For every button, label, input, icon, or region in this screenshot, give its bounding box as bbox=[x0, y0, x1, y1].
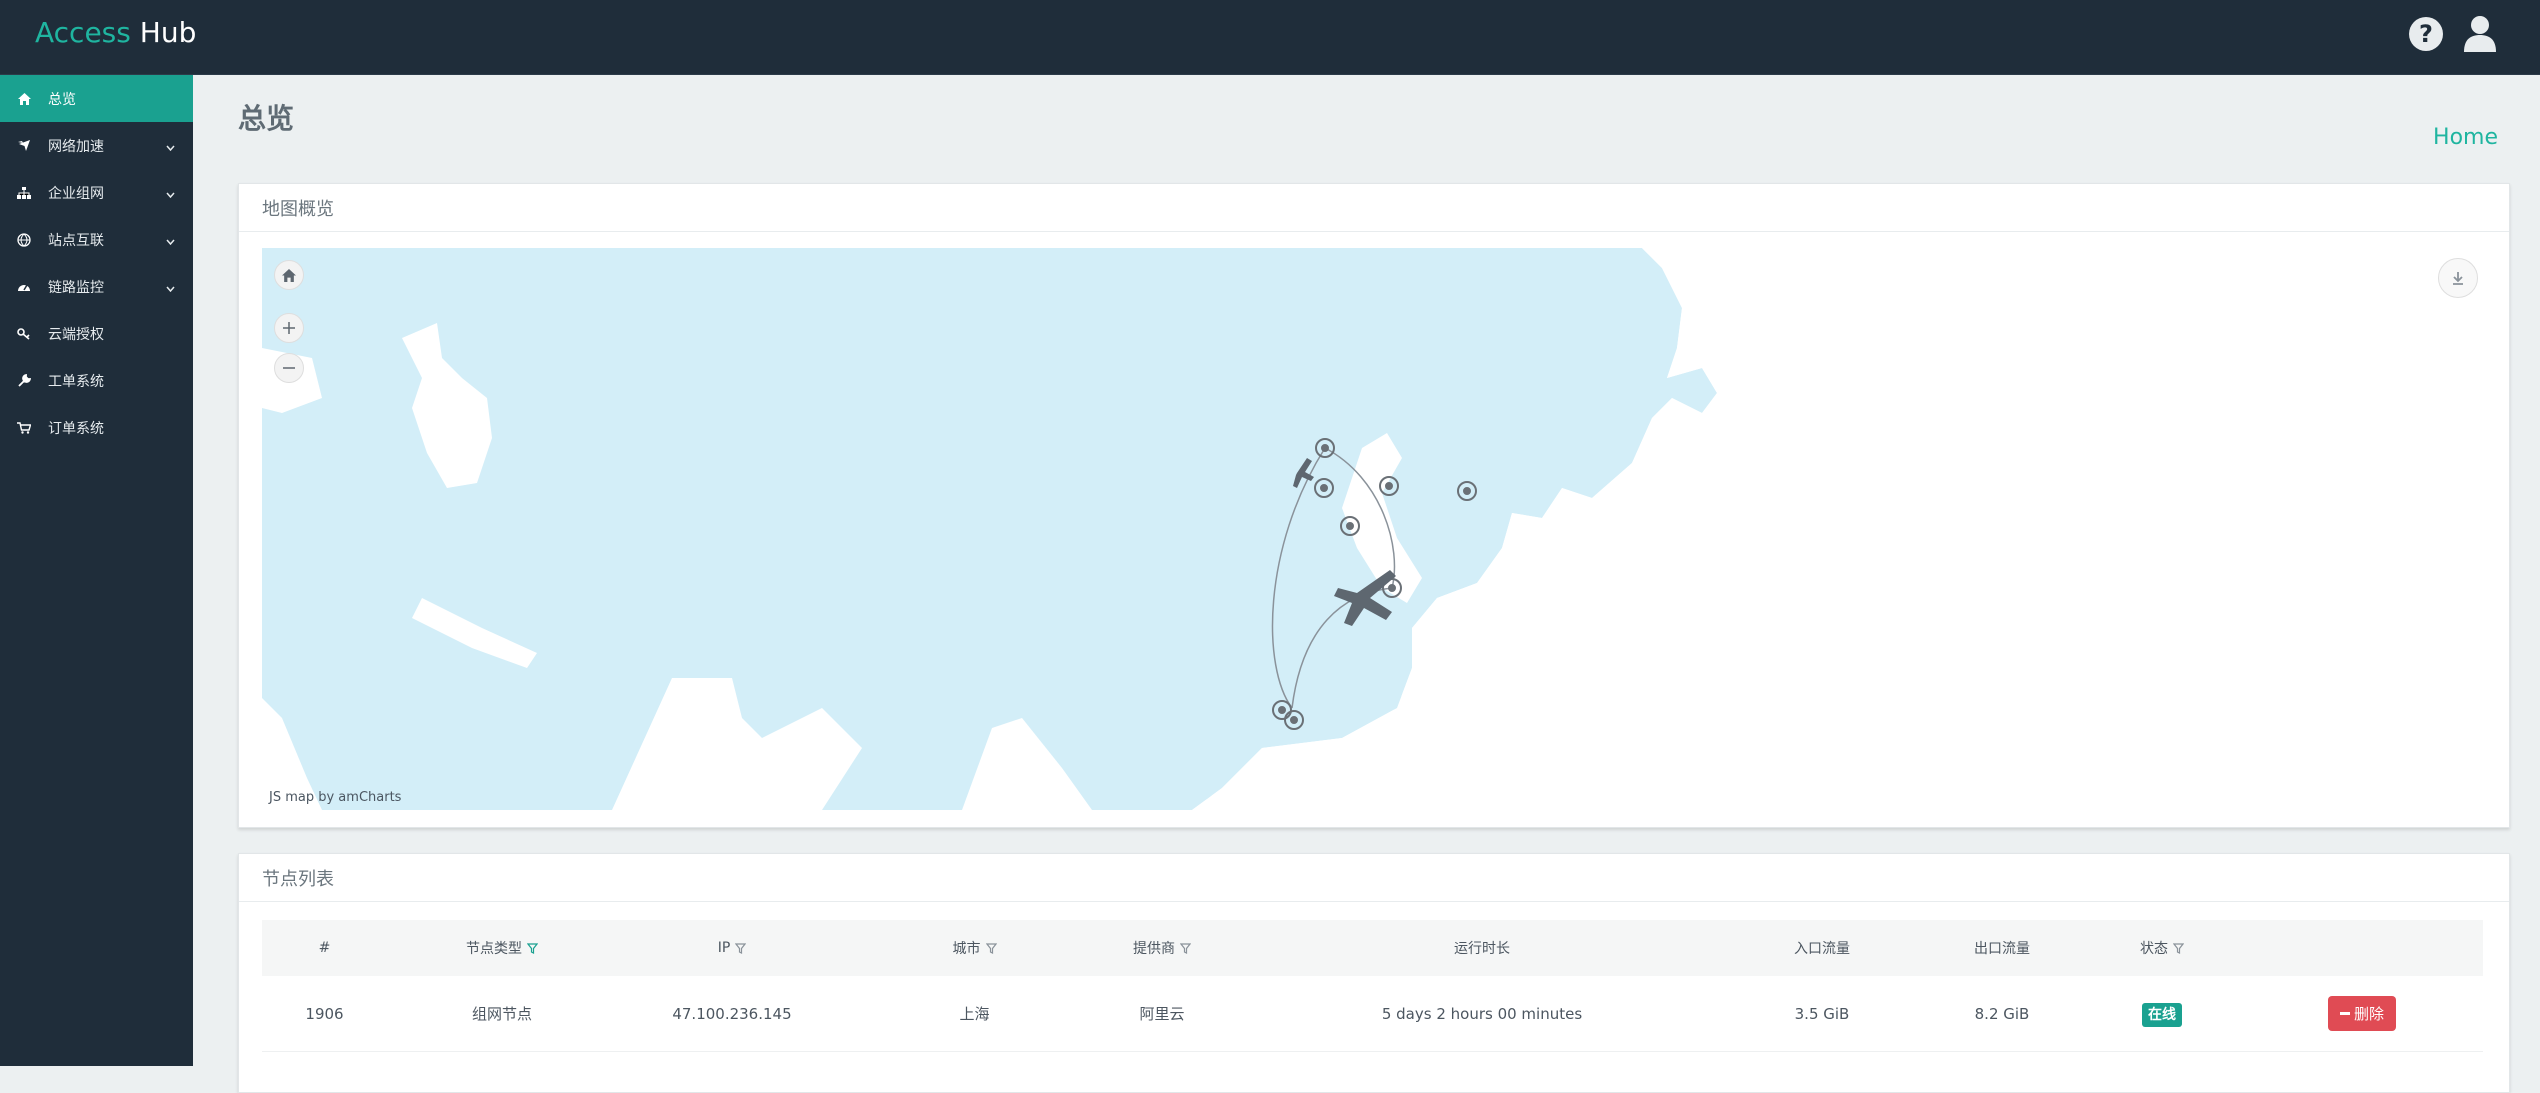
sidebar-item-overview[interactable]: 总览 bbox=[0, 75, 193, 122]
delete-button[interactable]: 删除 bbox=[2327, 996, 2396, 1031]
column-header-out-traffic: 出口流量 bbox=[1974, 941, 2030, 957]
column-header-ip[interactable]: IP bbox=[632, 940, 832, 956]
wrench-icon bbox=[16, 373, 32, 389]
zoom-out-icon[interactable] bbox=[274, 353, 304, 383]
map-credit[interactable]: JS map by amCharts bbox=[269, 790, 401, 805]
chevron-down-icon bbox=[166, 139, 175, 155]
sidebar-item-site-interconnect[interactable]: 站点互联 bbox=[0, 216, 193, 263]
top-bar: Access Hub ? bbox=[0, 0, 2540, 75]
column-header-type[interactable]: 节点类型 bbox=[412, 938, 592, 958]
svg-text:?: ? bbox=[2419, 20, 2433, 48]
main-content: 总览 Home 地图概览 JS map by amCharts 节点列表 # 节… bbox=[193, 75, 2540, 1093]
breadcrumb-home[interactable]: Home bbox=[2433, 125, 2498, 150]
row-provider: 阿里云 bbox=[1139, 1005, 1185, 1023]
column-header-in-traffic: 入口流量 bbox=[1794, 941, 1850, 957]
sidebar-item-ticket-system[interactable]: 工单系统 bbox=[0, 357, 193, 404]
page-title: 总览 bbox=[238, 102, 295, 135]
sidebar-item-label: 订单系统 bbox=[48, 420, 104, 437]
brand-part-1: Access bbox=[35, 16, 131, 49]
filter-icon bbox=[2173, 942, 2184, 954]
filter-icon bbox=[527, 942, 538, 954]
map-panel-title: 地图概览 bbox=[239, 184, 2509, 232]
download-icon[interactable] bbox=[2438, 258, 2478, 298]
map-canvas[interactable]: JS map by amCharts bbox=[262, 248, 2490, 810]
key-icon bbox=[16, 326, 32, 342]
chevron-down-icon bbox=[166, 233, 175, 249]
sidebar: 总览 网络加速 企业组网 站点互联 链路监控 云端授权 工单系统 订单系统 bbox=[0, 75, 193, 1066]
column-header-city[interactable]: 城市 bbox=[912, 938, 1037, 958]
user-icon[interactable] bbox=[2462, 14, 2498, 54]
map-home-icon[interactable] bbox=[274, 260, 304, 290]
sidebar-item-label: 云端授权 bbox=[48, 326, 104, 343]
row-out-traffic: 8.2 GiB bbox=[1974, 1004, 2030, 1023]
status-cell: 在线 bbox=[2102, 1002, 2222, 1027]
column-header-id: # bbox=[318, 940, 331, 956]
action-cell: 删除 bbox=[2302, 996, 2422, 1031]
help-icon[interactable]: ? bbox=[2408, 14, 2444, 54]
cart-icon bbox=[16, 420, 32, 436]
delete-button-label: 删除 bbox=[2353, 1005, 2384, 1023]
zoom-in-icon[interactable] bbox=[274, 313, 304, 343]
chevron-down-icon bbox=[166, 280, 175, 296]
status-badge: 在线 bbox=[2142, 1002, 2182, 1027]
table-row: 1906 组网节点 47.100.236.145 上海 阿里云 5 days 2… bbox=[262, 976, 2483, 1052]
filter-icon bbox=[735, 942, 747, 954]
sidebar-item-label: 企业组网 bbox=[48, 185, 104, 202]
sidebar-item-order-system[interactable]: 订单系统 bbox=[0, 404, 193, 451]
home-icon bbox=[16, 91, 32, 107]
column-header-uptime: 运行时长 bbox=[1454, 941, 1510, 957]
row-in-traffic: 3.5 GiB bbox=[1794, 1004, 1850, 1023]
sidebar-item-cloud-license[interactable]: 云端授权 bbox=[0, 310, 193, 357]
sidebar-item-label: 网络加速 bbox=[48, 138, 104, 155]
sitemap-icon bbox=[16, 185, 32, 201]
node-list-panel: 节点列表 # 节点类型 IP 城市 提供商 运行时长 入口流量 出口流量 状态 … bbox=[238, 853, 2510, 1093]
sidebar-item-enterprise-network[interactable]: 企业组网 bbox=[0, 169, 193, 216]
node-list-title: 节点列表 bbox=[239, 854, 2509, 902]
row-city: 上海 bbox=[959, 1005, 990, 1023]
minus-icon bbox=[2339, 1011, 2350, 1015]
dashboard-icon bbox=[16, 279, 32, 295]
chevron-down-icon bbox=[166, 186, 175, 202]
filter-icon bbox=[1180, 942, 1191, 954]
row-ip: 47.100.236.145 bbox=[672, 1004, 792, 1023]
sidebar-item-label: 工单系统 bbox=[48, 373, 104, 390]
row-type: 组网节点 bbox=[471, 1005, 532, 1023]
brand-logo[interactable]: Access Hub bbox=[35, 16, 196, 49]
sidebar-item-label: 总览 bbox=[48, 91, 76, 108]
brand-part-2: Hub bbox=[139, 16, 197, 49]
globe-icon bbox=[16, 232, 32, 248]
sidebar-item-link-monitor[interactable]: 链路监控 bbox=[0, 263, 193, 310]
sidebar-item-network-acceleration[interactable]: 网络加速 bbox=[0, 122, 193, 169]
node-table: # 节点类型 IP 城市 提供商 运行时长 入口流量 出口流量 状态 1906 … bbox=[262, 920, 2483, 1052]
row-uptime: 5 days 2 hours 00 minutes bbox=[1381, 1004, 1583, 1023]
table-header: # 节点类型 IP 城市 提供商 运行时长 入口流量 出口流量 状态 bbox=[262, 920, 2483, 976]
sidebar-item-label: 站点互联 bbox=[48, 232, 104, 249]
map-panel: 地图概览 JS map by amCharts bbox=[238, 183, 2510, 828]
plane-icon bbox=[16, 138, 32, 154]
column-header-status[interactable]: 状态 bbox=[2102, 938, 2222, 958]
sidebar-item-label: 链路监控 bbox=[48, 279, 104, 296]
column-header-provider[interactable]: 提供商 bbox=[1087, 938, 1237, 958]
row-id: 1906 bbox=[305, 1004, 344, 1023]
filter-icon bbox=[985, 942, 997, 954]
